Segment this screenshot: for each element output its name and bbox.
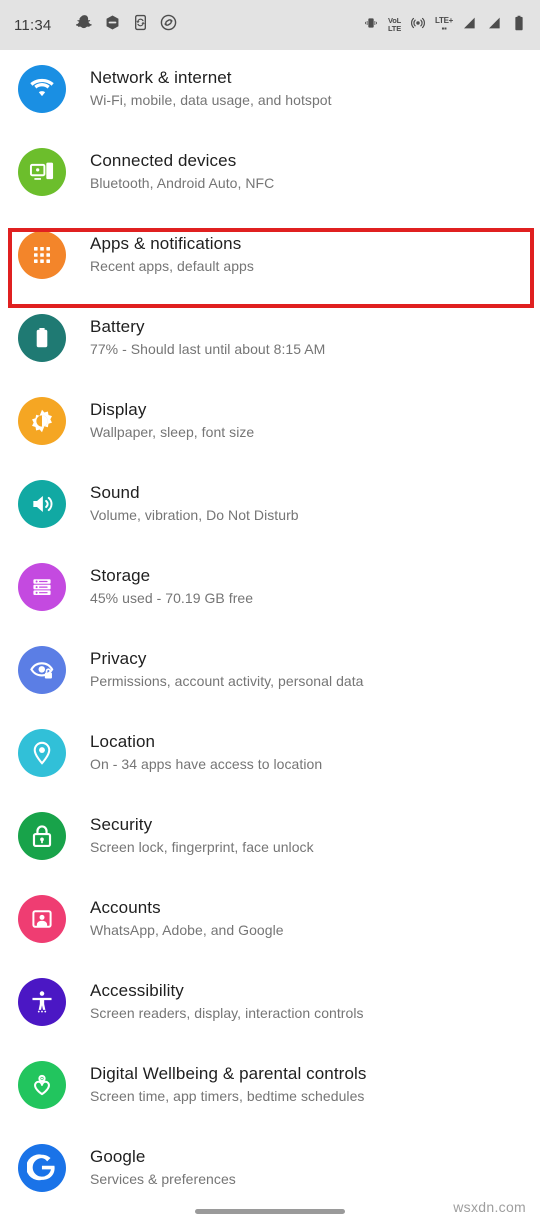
settings-row-apps-notifications[interactable]: Apps & notifications Recent apps, default…	[0, 216, 540, 299]
signal-sim2-icon	[487, 15, 503, 36]
lte-sublabel: ▪▪	[441, 24, 447, 33]
status-clock: 11:34	[14, 16, 52, 34]
shazam-icon	[160, 14, 177, 36]
accessibility-person-icon	[18, 978, 66, 1026]
settings-row-connected-devices[interactable]: Connected devices Bluetooth, Android Auto…	[0, 133, 540, 216]
settings-row-title: Privacy	[90, 649, 147, 668]
storage-stack-icon	[18, 563, 66, 611]
settings-row-text: Sound Volume, vibration, Do Not Disturb	[90, 479, 299, 525]
google-g-icon	[18, 1144, 66, 1192]
settings-row-subtitle: Wallpaper, sleep, font size	[90, 424, 255, 440]
privacy-eye-lock-icon	[18, 646, 66, 694]
settings-row-text: Connected devices Bluetooth, Android Auto…	[90, 147, 274, 193]
settings-row-digital-wellbeing[interactable]: Digital Wellbeing & parental controls Scr…	[0, 1046, 540, 1129]
settings-row-title: Connected devices	[90, 151, 237, 170]
wellbeing-heart-icon	[18, 1061, 66, 1109]
settings-row-subtitle: Services & preferences	[90, 1171, 236, 1187]
lte-plus-icon: LTE+ ▪▪	[435, 17, 453, 33]
settings-row-network-internet[interactable]: Network & internet Wi-Fi, mobile, data us…	[0, 50, 540, 133]
settings-row-text: Storage 45% used - 70.19 GB free	[90, 562, 253, 608]
settings-row-storage[interactable]: Storage 45% used - 70.19 GB free	[0, 548, 540, 631]
settings-row-title: Security	[90, 815, 153, 834]
settings-row-text: Security Screen lock, fingerprint, face u…	[90, 811, 314, 857]
settings-row-subtitle: Screen readers, display, interaction con…	[90, 1005, 364, 1021]
settings-row-text: Digital Wellbeing & parental controls Scr…	[90, 1060, 366, 1106]
settings-row-text: Apps & notifications Recent apps, default…	[90, 230, 254, 276]
snapchat-icon	[76, 14, 93, 36]
status-bar-left: 11:34	[14, 14, 363, 36]
hexagon-app-icon	[104, 14, 121, 36]
settings-row-text: Location On - 34 apps have access to loca…	[90, 728, 322, 774]
settings-row-subtitle: Recent apps, default apps	[90, 258, 254, 274]
settings-row-title: Accessibility	[90, 981, 184, 1000]
battery-icon	[512, 15, 526, 36]
settings-row-title: Location	[90, 732, 156, 751]
settings-row-accounts[interactable]: Accounts WhatsApp, Adobe, and Google	[0, 880, 540, 963]
settings-row-title: Display	[90, 400, 147, 419]
settings-row-accessibility[interactable]: Accessibility Screen readers, display, in…	[0, 963, 540, 1046]
settings-row-display[interactable]: Display Wallpaper, sleep, font size	[0, 382, 540, 465]
settings-row-text: Battery 77% - Should last until about 8:1…	[90, 313, 325, 359]
settings-row-privacy[interactable]: Privacy Permissions, account activity, pe…	[0, 631, 540, 714]
vibrate-icon	[363, 15, 379, 36]
watermark: wsxdn.com	[453, 1199, 526, 1215]
settings-row-text: Privacy Permissions, account activity, pe…	[90, 645, 364, 691]
brightness-icon	[18, 397, 66, 445]
settings-row-text: Accessibility Screen readers, display, in…	[90, 977, 364, 1023]
settings-row-subtitle: On - 34 apps have access to location	[90, 756, 323, 772]
settings-row-subtitle: WhatsApp, Adobe, and Google	[90, 922, 284, 938]
account-card-icon	[18, 895, 66, 943]
settings-row-subtitle: Screen time, app timers, bedtime schedul…	[90, 1088, 365, 1104]
hotspot-icon	[410, 15, 426, 36]
settings-row-text: Network & internet Wi-Fi, mobile, data us…	[90, 64, 332, 110]
settings-list: Network & internet Wi-Fi, mobile, data us…	[0, 50, 540, 1212]
settings-row-title: Google	[90, 1147, 146, 1166]
settings-row-battery[interactable]: Battery 77% - Should last until about 8:1…	[0, 299, 540, 382]
settings-row-subtitle: Permissions, account activity, personal …	[90, 673, 364, 689]
settings-row-subtitle: Wi-Fi, mobile, data usage, and hotspot	[90, 92, 332, 108]
settings-row-title: Digital Wellbeing & parental controls	[90, 1064, 367, 1083]
settings-row-subtitle: Volume, vibration, Do Not Disturb	[90, 507, 299, 523]
settings-row-title: Apps & notifications	[90, 234, 242, 253]
settings-row-text: Display Wallpaper, sleep, font size	[90, 396, 254, 442]
phone-screen: 11:34 VoL LTE LTE+ ▪▪ Network & internet…	[0, 0, 540, 1230]
signal-sim1-icon	[462, 15, 478, 36]
apps-grid-icon	[18, 231, 66, 279]
location-pin-icon	[18, 729, 66, 777]
settings-row-title: Network & internet	[90, 68, 232, 87]
settings-row-location[interactable]: Location On - 34 apps have access to loca…	[0, 714, 540, 797]
volte-icon: VoL LTE	[388, 17, 401, 33]
wifi-icon	[18, 65, 66, 113]
settings-row-title: Sound	[90, 483, 140, 502]
settings-row-subtitle: Bluetooth, Android Auto, NFC	[90, 175, 275, 191]
status-bar-right: VoL LTE LTE+ ▪▪	[363, 15, 526, 36]
speaker-icon	[18, 480, 66, 528]
settings-row-title: Battery	[90, 317, 145, 336]
home-gesture-pill[interactable]	[195, 1209, 345, 1214]
settings-row-subtitle: 77% - Should last until about 8:15 AM	[90, 341, 326, 357]
phone-sync-icon	[132, 14, 149, 36]
settings-row-text: Accounts WhatsApp, Adobe, and Google	[90, 894, 284, 940]
settings-row-subtitle: Screen lock, fingerprint, face unlock	[90, 839, 314, 855]
settings-row-sound[interactable]: Sound Volume, vibration, Do Not Disturb	[0, 465, 540, 548]
connected-devices-icon	[18, 148, 66, 196]
settings-row-subtitle: 45% used - 70.19 GB free	[90, 590, 254, 606]
settings-row-text: Google Services & preferences	[90, 1143, 236, 1189]
volte-label-bottom: LTE	[387, 24, 401, 33]
settings-row-security[interactable]: Security Screen lock, fingerprint, face u…	[0, 797, 540, 880]
status-bar: 11:34 VoL LTE LTE+ ▪▪	[0, 0, 540, 50]
lock-icon	[18, 812, 66, 860]
settings-row-title: Accounts	[90, 898, 161, 917]
battery-full-icon	[18, 314, 66, 362]
settings-row-title: Storage	[90, 566, 151, 585]
